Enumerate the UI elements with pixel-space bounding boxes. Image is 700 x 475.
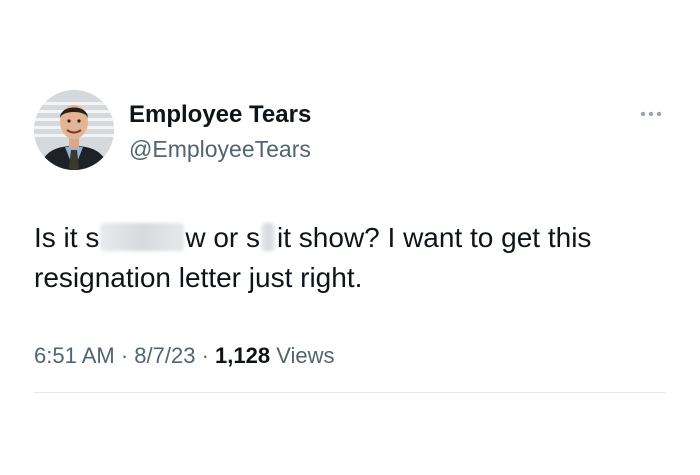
more-options-icon[interactable]	[638, 107, 664, 121]
tweet-text-segment: it show? I want to get this	[277, 222, 592, 253]
author-display-name[interactable]: Employee Tears	[129, 101, 311, 129]
profile-photo-icon	[34, 90, 114, 170]
avatar[interactable]	[34, 90, 114, 170]
meta-separator: ·	[120, 343, 129, 368]
views-count: 1,128	[215, 343, 271, 368]
tweet-text-line-1: Is it s w or s it show? I want to get this	[34, 218, 664, 258]
views-label: Views	[276, 343, 335, 368]
censored-word-blur	[100, 223, 185, 251]
tweet-meta: 6:51 AM · 8/7/23 · 1,128 Views	[34, 342, 335, 370]
tweet-text-segment: w or s	[185, 222, 261, 253]
tweet: Employee Tears @EmployeeTears Is it s w o…	[0, 0, 700, 475]
author-handle[interactable]: @EmployeeTears	[129, 135, 311, 163]
censored-word-blur	[261, 223, 276, 251]
tweet-text-segment: Is it s	[34, 222, 100, 253]
tweet-time[interactable]: 6:51 AM	[34, 343, 115, 368]
tweet-date[interactable]: 8/7/23	[134, 343, 195, 368]
tweet-text-line-2: resignation letter just right.	[34, 262, 363, 293]
meta-separator: ·	[201, 343, 209, 368]
tweet-text: Is it s w or s it show? I want to get this…	[34, 218, 664, 298]
divider	[34, 392, 666, 393]
